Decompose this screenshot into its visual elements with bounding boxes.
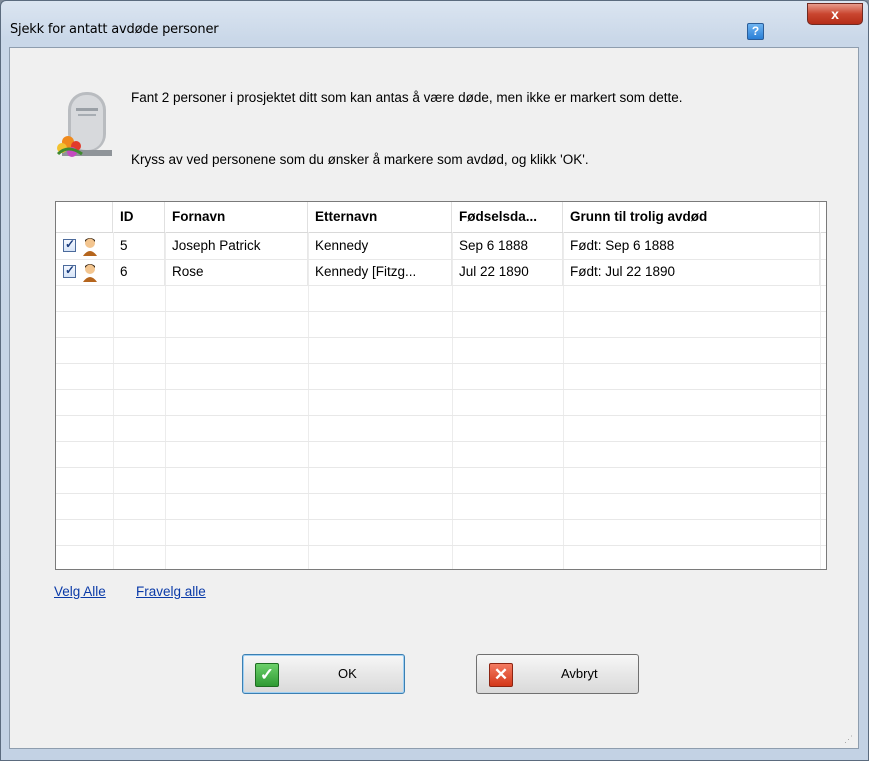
cell-id: 6 [113, 259, 165, 285]
dialog-window: Sjekk for antatt avdøde personer ? x Fan… [0, 0, 869, 761]
close-button[interactable]: x [807, 3, 863, 25]
cell-fodselsdato: Sep 6 1888 [452, 233, 563, 259]
cell-grunn: Født: Jul 22 1890 [563, 259, 820, 285]
cell-grunn: Født: Sep 6 1888 [563, 233, 820, 259]
info-message: Fant 2 personer i prosjektet ditt som ka… [131, 90, 683, 105]
table-row-empty [56, 311, 826, 338]
column-header-etternavn[interactable]: Etternavn [308, 202, 452, 232]
tombstone-with-flowers-icon [56, 92, 112, 157]
table-row-empty [56, 519, 826, 546]
window-title: Sjekk for antatt avdøde personer [10, 22, 219, 37]
resize-grip-icon[interactable]: ⋰ [844, 734, 854, 744]
ok-button[interactable]: ✓ OK [242, 654, 405, 694]
cell-fodselsdato: Jul 22 1890 [452, 259, 563, 285]
deselect-all-link[interactable]: Fravelg alle [136, 584, 206, 599]
column-header-grunn[interactable]: Grunn til trolig avdød [563, 202, 820, 232]
dialog-content: Fant 2 personer i prosjektet ditt som ka… [9, 47, 859, 749]
cancel-label: Avbryt [561, 666, 598, 681]
column-header-id[interactable]: ID [113, 202, 165, 232]
person-icon [83, 238, 97, 256]
column-header-fornavn[interactable]: Fornavn [165, 202, 308, 232]
column-header-fodselsdato[interactable]: Fødselsda... [452, 202, 563, 232]
table-row-empty [56, 363, 826, 390]
cell-etternavn: Kennedy [308, 233, 452, 259]
persons-table[interactable]: ID Fornavn Etternavn Fødselsda... Grunn … [55, 201, 827, 570]
table-row[interactable]: 5 Joseph Patrick Kennedy Sep 6 1888 Født… [56, 233, 826, 260]
row-checkbox[interactable] [63, 237, 76, 252]
table-row-empty [56, 415, 826, 442]
column-header-select[interactable] [56, 202, 113, 232]
instruction-message: Kryss av ved personene som du ønsker å m… [131, 152, 589, 167]
row-checkbox[interactable] [63, 263, 76, 278]
x-mark-icon: ✕ [489, 663, 513, 687]
ok-label: OK [338, 666, 357, 681]
cell-id: 5 [113, 233, 165, 259]
cell-fornavn: Joseph Patrick [165, 233, 308, 259]
table-row-empty [56, 337, 826, 364]
table-header: ID Fornavn Etternavn Fødselsda... Grunn … [56, 202, 826, 233]
title-bar[interactable]: Sjekk for antatt avdøde personer ? x [1, 1, 868, 47]
table-row-empty [56, 545, 826, 569]
cell-etternavn: Kennedy [Fitzg... [308, 259, 452, 285]
cancel-button[interactable]: ✕ Avbryt [476, 654, 639, 694]
checkmark-icon: ✓ [255, 663, 279, 687]
select-all-link[interactable]: Velg Alle [54, 584, 106, 599]
person-icon [83, 264, 97, 282]
table-row-empty [56, 441, 826, 468]
table-row-empty [56, 389, 826, 416]
table-row-empty [56, 493, 826, 520]
help-button[interactable]: ? [747, 23, 764, 40]
table-row[interactable]: 6 Rose Kennedy [Fitzg... Jul 22 1890 Fød… [56, 259, 826, 286]
table-row-empty [56, 285, 826, 312]
cell-fornavn: Rose [165, 259, 308, 285]
table-row-empty [56, 467, 826, 494]
